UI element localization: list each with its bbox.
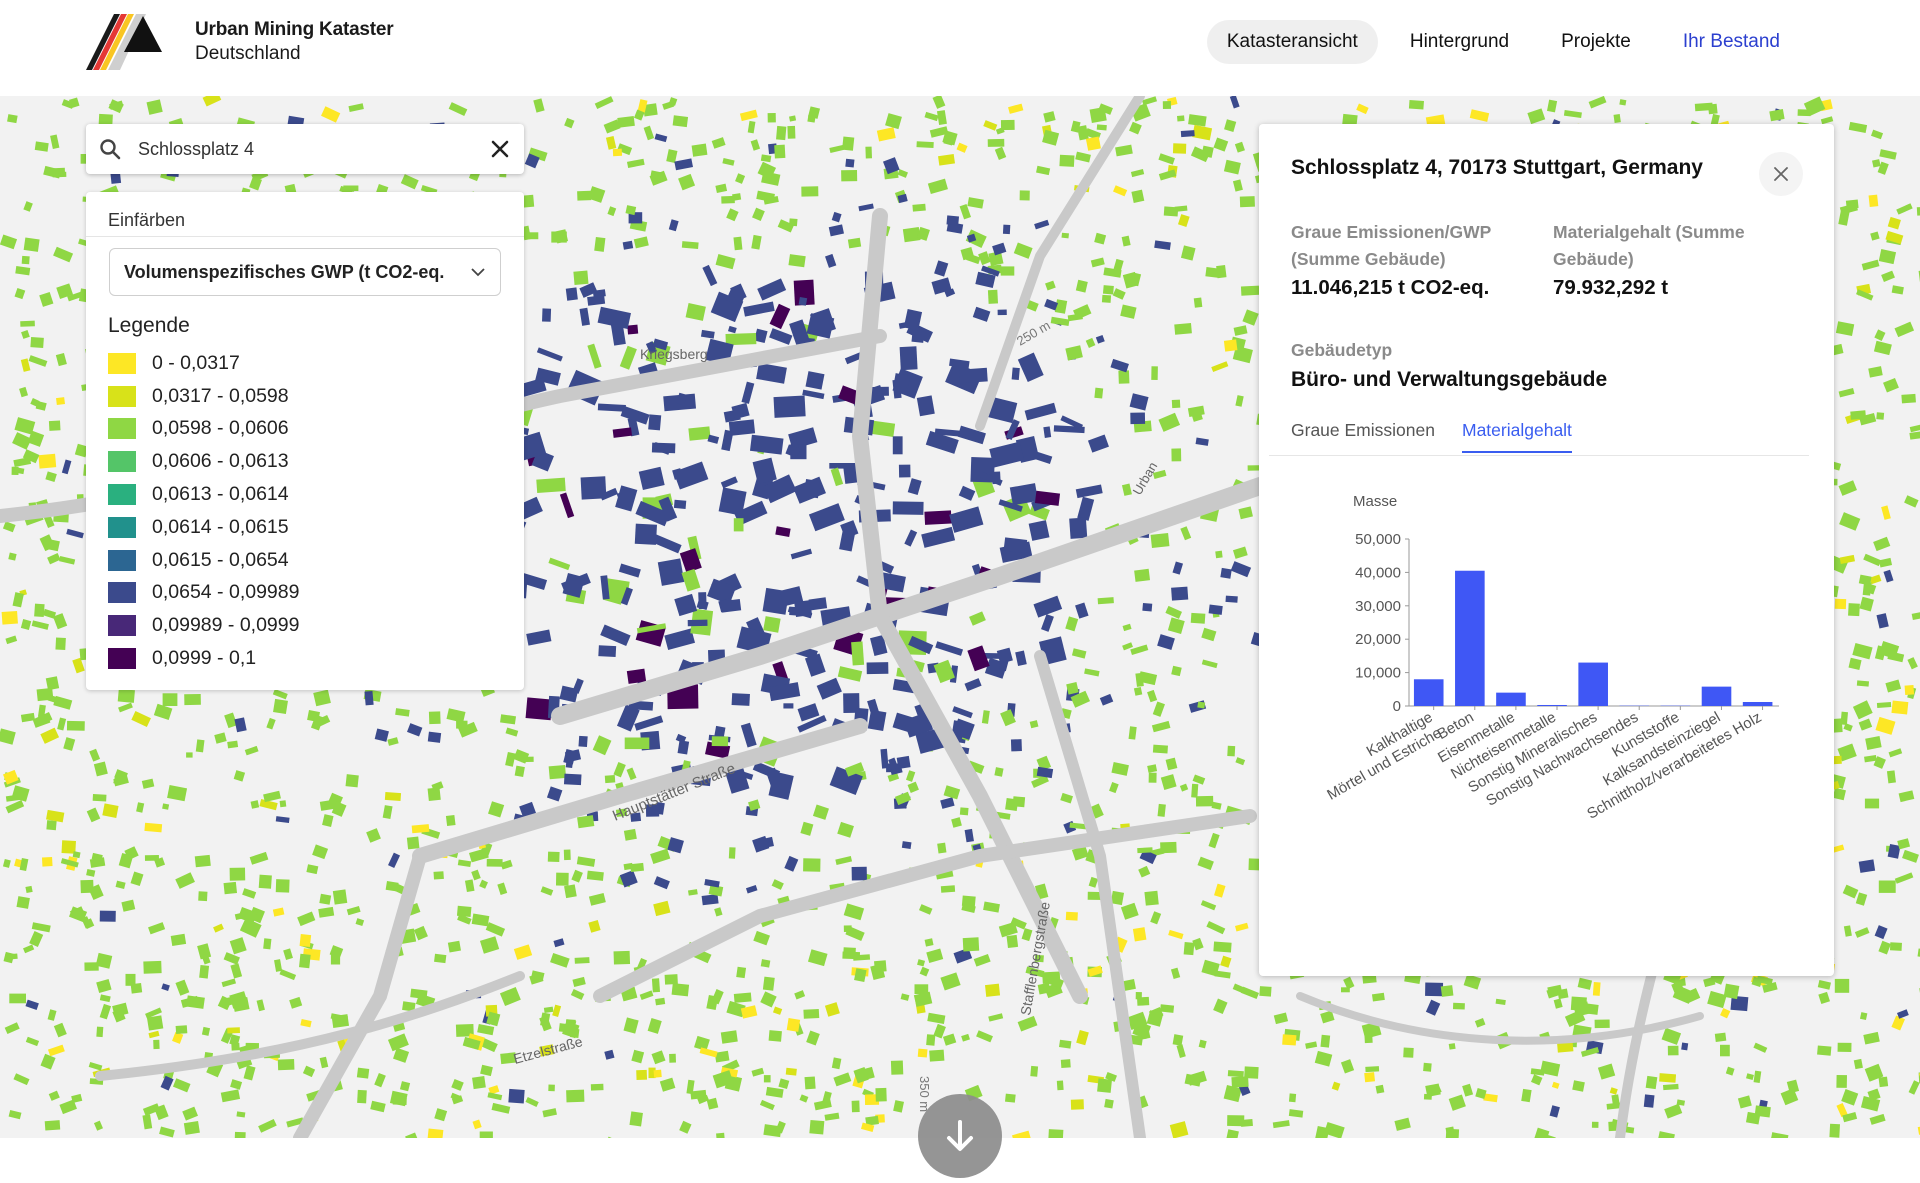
main-nav: Katasteransicht Hintergrund Projekte Ihr…: [1206, 20, 1800, 64]
legend-item: 0 - 0,0317: [108, 347, 299, 380]
legend-swatch: [108, 615, 136, 637]
legend-item: 0,0614 - 0,0615: [108, 511, 299, 544]
stat-gwp: Graue Emissionen/GWP (Summe Gebäude) 11.…: [1291, 219, 1531, 300]
divider: [86, 236, 524, 237]
legend-swatch: [108, 451, 136, 473]
scroll-down-button[interactable]: [918, 1094, 1002, 1178]
logo-icon[interactable]: [86, 14, 176, 70]
x-tick-label: KalkhaltigeMörtel und Estriche: [1315, 709, 1444, 804]
nav-hintergrund[interactable]: Hintergrund: [1390, 20, 1529, 64]
legend-label: 0,09989 - 0,0999: [152, 614, 300, 637]
y-tick-label: 0: [1393, 698, 1401, 715]
chart-ylabel: Masse: [1353, 493, 1397, 510]
building-info-panel: Schlossplatz 4, 70173 Stuttgart, Germany…: [1259, 124, 1834, 976]
map-label-kriegsberg: Kriegsberg: [640, 346, 708, 362]
brand-subtitle: Deutschland: [195, 43, 301, 64]
legend-swatch: [108, 648, 136, 670]
legend-label: 0,0598 - 0,0606: [152, 417, 289, 440]
legend-label: 0,0999 - 0,1: [152, 647, 257, 670]
legend-label: 0,0613 - 0,0614: [152, 483, 289, 506]
legend-item: 0,0615 - 0,0654: [108, 544, 299, 577]
brand-title: Urban Mining Kataster: [195, 19, 394, 40]
legend-swatch: [108, 516, 136, 538]
bar[interactable]: [1742, 701, 1773, 706]
legend-list: 0 - 0,0317 0,0317 - 0,0598 0,0598 - 0,0606…: [108, 347, 299, 675]
building-type-label: Gebäudetyp: [1291, 340, 1393, 360]
legend-label: 0,0654 - 0,09989: [152, 581, 300, 604]
material-chart: Masse 0 10,000 20,000 30,000 40,000 50,000 Kalk…: [1315, 493, 1779, 823]
stat-material-label: Materialgehalt (Summe Gebäude): [1553, 222, 1745, 269]
coloring-panel: Einfärben Volumenspezifisches GWP (t CO2…: [86, 192, 524, 690]
y-tick-label: 30,000: [1355, 598, 1401, 615]
coloring-select[interactable]: Volumenspezifisches GWP (t CO2-eq.: [109, 248, 501, 296]
coloring-select-value: Volumenspezifisches GWP (t CO2-eq.: [124, 261, 445, 282]
legend-item: 0,0613 - 0,0614: [108, 478, 299, 511]
legend-label: 0,0614 - 0,0615: [152, 515, 289, 538]
brand[interactable]: Urban Mining Kataster Deutschland: [195, 18, 394, 66]
bar[interactable]: [1413, 679, 1444, 706]
legend-swatch: [108, 582, 136, 604]
bar[interactable]: [1701, 686, 1732, 706]
y-tick-label: 50,000: [1355, 531, 1401, 548]
y-tick-label: 40,000: [1355, 564, 1401, 581]
stat-material-value: 79.932,292 t: [1553, 276, 1669, 299]
tab-materialgehalt[interactable]: Materialgehalt: [1462, 420, 1572, 453]
close-info-button[interactable]: [1759, 152, 1803, 196]
legend-label: 0,0606 - 0,0613: [152, 450, 289, 473]
y-tick-label: 20,000: [1355, 631, 1401, 648]
nav-projekte[interactable]: Projekte: [1541, 20, 1651, 64]
stat-gwp-label: Graue Emissionen/GWP (Summe Gebäude): [1291, 222, 1492, 269]
stat-gwp-value: 11.046,215 t CO2-eq.: [1291, 276, 1490, 299]
clear-search-button[interactable]: [476, 124, 524, 174]
nav-ihr-bestand[interactable]: Ihr Bestand: [1663, 20, 1800, 64]
info-tabs: Graue Emissionen Materialgehalt: [1269, 420, 1809, 456]
legend-item: 0,0317 - 0,0598: [108, 380, 299, 413]
search-icon: [86, 124, 134, 174]
legend-swatch: [108, 484, 136, 506]
coloring-title: Einfärben: [108, 210, 186, 230]
bar[interactable]: [1455, 570, 1485, 706]
bar[interactable]: [1537, 704, 1567, 706]
building-type-value: Büro- und Verwaltungsgebäude: [1291, 368, 1608, 391]
legend-item: 0,0999 - 0,1: [108, 642, 299, 675]
close-icon: [491, 140, 509, 158]
legend-swatch: [108, 549, 136, 571]
arrow-down-icon: [947, 1120, 973, 1151]
legend-item: 0,0598 - 0,0606: [108, 413, 299, 446]
legend-swatch: [108, 418, 136, 440]
legend-label: 0,0317 - 0,0598: [152, 384, 289, 407]
close-icon: [1774, 167, 1788, 181]
legend-item: 0,0654 - 0,09989: [108, 577, 299, 610]
legend-label: 0 - 0,0317: [152, 351, 240, 374]
legend-title: Legende: [108, 314, 190, 337]
building-address: Schlossplatz 4, 70173 Stuttgart, Germany: [1291, 156, 1703, 179]
stat-material: Materialgehalt (Summe Gebäude) 79.932,29…: [1553, 219, 1793, 300]
bar[interactable]: [1496, 692, 1526, 706]
legend-item: 0,0606 - 0,0613: [108, 445, 299, 478]
nav-katasteransicht[interactable]: Katasteransicht: [1206, 20, 1378, 64]
address-search: [86, 124, 524, 174]
y-tick-label: 10,000: [1355, 665, 1401, 682]
chevron-down-icon: [471, 268, 485, 277]
tab-graue-emissionen[interactable]: Graue Emissionen: [1291, 420, 1435, 451]
bar[interactable]: [1578, 662, 1608, 706]
legend-swatch: [108, 352, 136, 374]
app-header: Urban Mining Kataster Deutschland Katast…: [0, 0, 1920, 96]
legend-label: 0,0615 - 0,0654: [152, 548, 289, 571]
legend-item: 0,09989 - 0,0999: [108, 609, 299, 642]
search-input[interactable]: [134, 138, 476, 160]
legend-swatch: [108, 385, 136, 407]
